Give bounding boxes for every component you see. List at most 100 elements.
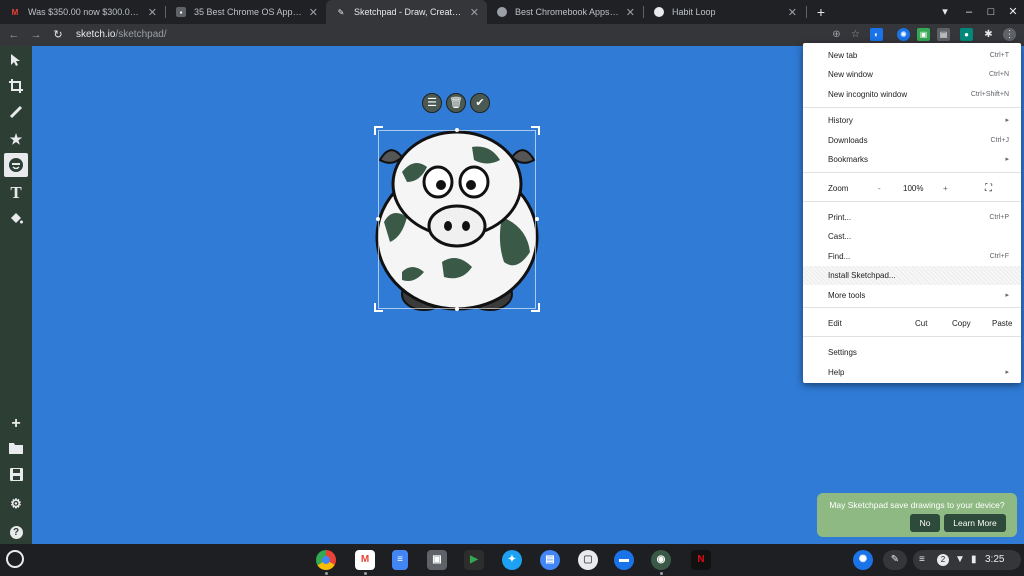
chevron-right-icon: ▸ [1005, 117, 1009, 124]
chrome-main-menu: New tab Ctrl+T New window Ctrl+N New incog… [803, 43, 1021, 383]
tab-chrome-apps[interactable]: ▪ 35 Best Chrome OS Apps to Inst ✕ [166, 0, 326, 24]
new-tab-button[interactable]: + [811, 2, 831, 22]
menu-bookmarks[interactable]: Bookmarks ▸ [803, 150, 1021, 169]
menu-history[interactable]: History ▸ [803, 111, 1021, 130]
add-icon[interactable]: + [4, 412, 28, 436]
tab-icon: ▪ [176, 7, 186, 17]
menu-print[interactable]: Print... Ctrl+P [803, 208, 1021, 227]
save-icon[interactable] [4, 464, 28, 488]
notifications-icon: ≡ [919, 554, 925, 565]
docs-icon[interactable]: ≡ [392, 550, 408, 570]
menu-new-incognito[interactable]: New incognito window Ctrl+Shift+N [803, 85, 1021, 104]
twitter-icon[interactable]: ✦ [502, 550, 522, 570]
resize-handle[interactable] [374, 126, 383, 135]
extension-icon[interactable]: ◐ [870, 28, 883, 41]
confirm-check-icon[interactable]: ✔ [470, 93, 490, 113]
extensions-puzzle-icon[interactable]: ✱ [982, 28, 995, 41]
forward-icon[interactable]: → [28, 27, 44, 43]
launcher-icon[interactable] [6, 550, 24, 568]
adjust-sliders-icon[interactable]: ☰ [422, 93, 442, 113]
text-tool-icon[interactable]: T [4, 181, 28, 205]
netflix-icon[interactable]: N [691, 550, 711, 570]
shortcut: Ctrl+P [989, 214, 1009, 221]
media-app-icon[interactable]: ▣ [427, 550, 447, 570]
fullscreen-icon[interactable]: ⛶ [985, 179, 992, 198]
menu-settings[interactable]: Settings [803, 343, 1021, 362]
crop-tool-icon[interactable] [4, 75, 28, 99]
menu-kebab-icon[interactable]: ⋮ [1003, 28, 1016, 41]
zoom-in-button[interactable]: + [943, 179, 948, 198]
close-icon[interactable]: ✕ [470, 6, 479, 19]
help-icon[interactable]: ? [4, 518, 28, 542]
copy-button[interactable]: Copy [952, 314, 971, 333]
install-app-icon[interactable]: ⊕ [830, 28, 843, 41]
close-window-icon[interactable]: ✕ [1005, 4, 1021, 20]
maximize-icon[interactable]: □ [983, 4, 999, 20]
cut-button[interactable]: Cut [915, 314, 927, 333]
resize-handle[interactable] [455, 128, 459, 132]
tab-gmail[interactable]: M Was $350.00 now $300.00-com ✕ [0, 0, 165, 24]
pencil-tool-icon[interactable] [4, 101, 28, 125]
shortcut: Ctrl+N [988, 71, 1009, 78]
back-icon[interactable]: ← [6, 27, 22, 43]
minimize-icon[interactable]: – [961, 4, 977, 20]
resize-handle[interactable] [376, 217, 380, 221]
stamp-star-icon[interactable]: ★ [4, 127, 28, 151]
resize-handle[interactable] [374, 303, 383, 312]
sketchpad-app-icon[interactable]: ◉ [651, 550, 671, 570]
paste-button[interactable]: Paste [992, 314, 1012, 333]
select-tool-icon[interactable] [4, 49, 28, 73]
tab-habit-loop[interactable]: Habit Loop ✕ [644, 0, 805, 24]
delete-trash-icon[interactable]: 🗑 [446, 93, 466, 113]
menu-find[interactable]: Find... Ctrl+F [803, 247, 1021, 266]
messages-icon[interactable]: ▬ [614, 550, 634, 570]
menu-help[interactable]: Help ▸ [803, 363, 1021, 382]
resize-handle[interactable] [455, 307, 459, 311]
files-icon[interactable]: ▤ [540, 550, 560, 570]
gmail-icon[interactable]: M [355, 550, 375, 570]
menu-new-window[interactable]: New window Ctrl+N [803, 65, 1021, 84]
tab-title: Habit Loop [672, 7, 716, 17]
resize-handle[interactable] [531, 126, 540, 135]
reload-icon[interactable]: ↻ [50, 27, 66, 43]
no-button[interactable]: No [910, 514, 940, 532]
menu-cast[interactable]: Cast... [803, 227, 1021, 246]
menu-more-tools[interactable]: More tools ▸ [803, 286, 1021, 305]
close-icon[interactable]: ✕ [788, 6, 797, 19]
close-icon[interactable]: ✕ [148, 6, 157, 19]
extension-icon[interactable]: ✺ [897, 28, 910, 41]
menu-label: Edit [828, 319, 842, 328]
extension-icon[interactable]: ▣ [917, 28, 930, 41]
settings-gear-icon[interactable]: ⚙ [4, 492, 28, 516]
address-bar[interactable]: sketch.io/sketchpad/ [76, 26, 796, 44]
resize-handle[interactable] [535, 217, 539, 221]
resize-handle[interactable] [531, 303, 540, 312]
menu-new-tab[interactable]: New tab Ctrl+T [803, 46, 1021, 65]
close-icon[interactable]: ✕ [626, 6, 635, 19]
tab-search-icon[interactable]: ▾ [937, 4, 953, 20]
fill-bucket-icon[interactable] [4, 207, 28, 231]
menu-downloads[interactable]: Downloads Ctrl+J [803, 131, 1021, 150]
extension-icon[interactable]: ▤ [937, 28, 950, 41]
chrome-icon[interactable] [316, 550, 336, 570]
folder-icon[interactable] [4, 438, 28, 462]
emoji-tool-icon[interactable] [4, 153, 28, 177]
tab-chromebook-apps[interactable]: Best Chromebook Apps and Chr ✕ [487, 0, 643, 24]
keep-icon[interactable]: ▢ [578, 550, 598, 570]
play-store-icon[interactable]: ▶ [464, 550, 484, 570]
menu-label: More tools [828, 291, 866, 300]
menu-install-sketchpad[interactable]: Install Sketchpad... [803, 266, 1021, 285]
extension-icon[interactable]: ● [960, 28, 973, 41]
stylus-icon[interactable]: ✎ [883, 550, 907, 570]
clock: 3:25 [985, 554, 1005, 565]
learn-more-button[interactable]: Learn More [944, 514, 1006, 532]
assistant-icon[interactable]: ✺ [853, 550, 873, 570]
status-tray[interactable]: ≡ 2 ▼ ▮ 3:25 [913, 550, 1021, 570]
toast-message: May Sketchpad save drawings to your devi… [829, 500, 1005, 510]
selection-box[interactable] [378, 130, 536, 309]
zoom-out-button[interactable]: - [878, 179, 881, 198]
close-icon[interactable]: ✕ [309, 6, 318, 19]
menu-label: Settings [828, 348, 857, 357]
tab-sketchpad[interactable]: ✎ Sketchpad - Draw, Create, Share! ✕ [326, 0, 487, 24]
bookmark-star-icon[interactable]: ☆ [849, 28, 862, 41]
